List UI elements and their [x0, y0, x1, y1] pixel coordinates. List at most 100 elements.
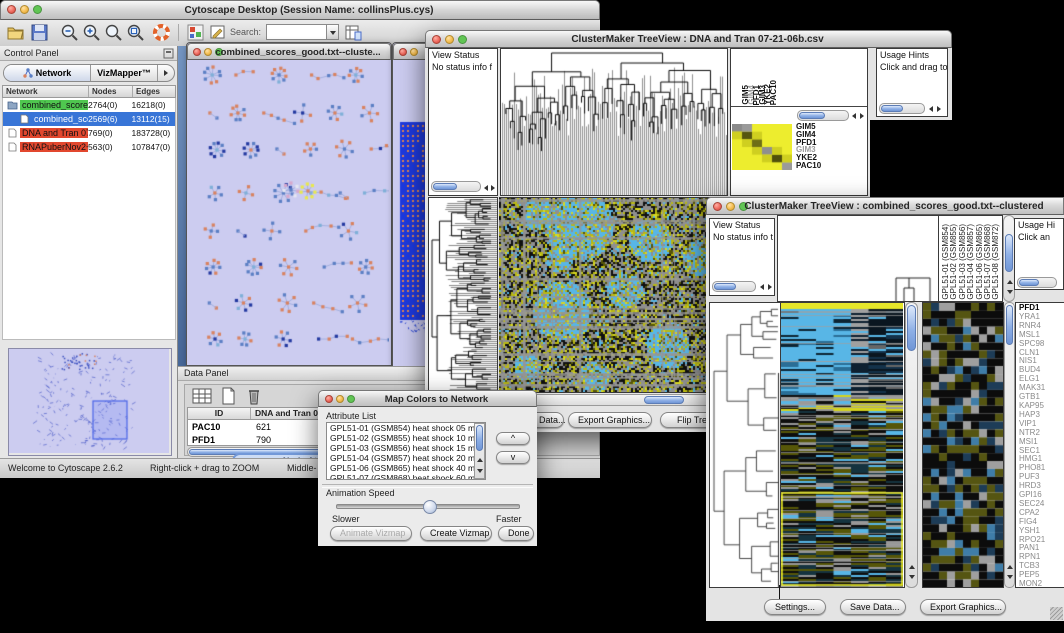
- tv2-status-hscrollbar[interactable]: [712, 281, 756, 292]
- minimize-icon[interactable]: [410, 48, 418, 56]
- scroll-thumb[interactable]: [1019, 279, 1039, 286]
- float-panel-icon[interactable]: [163, 48, 174, 59]
- trash-icon[interactable]: [243, 387, 265, 405]
- attribute-list-item[interactable]: GPL51-02 (GSM855) heat shock 10 min: [327, 433, 485, 443]
- tv1-correlation-matrix[interactable]: [732, 124, 792, 170]
- scroll-right-arrow-icon[interactable]: [768, 284, 772, 290]
- tv2-zoom-vscrollbar[interactable]: [1004, 302, 1015, 588]
- network-table-row[interactable]: RNAPuberNov2+563(0)107847(0): [3, 140, 175, 154]
- attribute-browser-icon[interactable]: [344, 23, 363, 42]
- close-icon[interactable]: [325, 395, 333, 403]
- done-button[interactable]: Done: [498, 526, 534, 541]
- minimize-icon[interactable]: [204, 48, 212, 56]
- scroll-thumb[interactable]: [881, 105, 903, 112]
- scroll-down-arrow-icon[interactable]: [477, 469, 483, 473]
- save-icon[interactable]: [30, 23, 49, 42]
- slider-thumb[interactable]: [423, 500, 437, 514]
- tab-network[interactable]: Network: [4, 65, 91, 81]
- move-down-button[interactable]: v: [496, 451, 530, 464]
- tv2-usage-hscrollbar[interactable]: [1017, 277, 1057, 288]
- treeview1-titlebar[interactable]: ClusterMaker TreeView : DNA and Tran 07-…: [425, 30, 952, 48]
- scroll-left-arrow-icon[interactable]: [929, 106, 933, 112]
- network-view-titlebar[interactable]: combined_scores_good.txt--cluste...: [187, 43, 391, 60]
- scroll-down-arrow-icon[interactable]: [909, 575, 915, 579]
- tv1-heatmap[interactable]: [499, 197, 730, 393]
- move-up-button[interactable]: ^: [496, 432, 530, 445]
- zoom-actual-icon[interactable]: [104, 23, 123, 42]
- tv2-export-graphics-button[interactable]: Export Graphics...: [920, 599, 1006, 615]
- dialog-titlebar[interactable]: Map Colors to Network: [318, 390, 537, 407]
- tv1-row-dendrogram[interactable]: [428, 197, 498, 393]
- tab-vizmapper[interactable]: VizMapper™: [91, 65, 158, 81]
- scroll-thumb[interactable]: [1005, 234, 1013, 272]
- search-input[interactable]: [266, 24, 328, 40]
- scroll-right-arrow-icon[interactable]: [491, 185, 495, 191]
- tv1-status-hscrollbar[interactable]: [431, 181, 481, 192]
- col-network[interactable]: Network: [3, 86, 89, 97]
- main-titlebar[interactable]: Cytoscape Desktop (Session Name: collins…: [0, 0, 600, 20]
- close-icon[interactable]: [7, 5, 16, 14]
- tv1-column-label[interactable]: PAC10: [769, 80, 778, 105]
- animation-speed-slider[interactable]: [336, 504, 520, 509]
- open-icon[interactable]: [6, 23, 25, 42]
- tv1-usage-hscrollbar[interactable]: [879, 103, 925, 114]
- tv1-summary-hscrollbar[interactable]: [797, 110, 849, 121]
- gene-label[interactable]: MON2: [1019, 580, 1064, 588]
- network-table-row[interactable]: combined_sco2569(6)13112(15): [3, 112, 175, 126]
- attribute-list-item[interactable]: GPL51-07 (GSM868) heat shock 60 min: [327, 473, 485, 479]
- array-column-label[interactable]: GPL51-08 (GSM872): [991, 224, 1000, 300]
- scroll-down-arrow-icon[interactable]: [1007, 290, 1013, 294]
- zoom-fit-icon[interactable]: [126, 23, 145, 42]
- plugin-icon[interactable]: [186, 23, 205, 42]
- network-canvas[interactable]: [188, 60, 389, 363]
- data-col-id[interactable]: ID: [188, 408, 251, 419]
- animate-vizmap-button[interactable]: Animate Vizmap: [330, 526, 412, 541]
- create-vizmap-button[interactable]: Create Vizmap: [420, 526, 492, 541]
- search-dropdown-button[interactable]: [326, 24, 339, 40]
- scroll-up-arrow-icon[interactable]: [1007, 565, 1013, 569]
- attribute-list-item[interactable]: GPL51-01 (GSM854) heat shock 05 min: [327, 423, 485, 433]
- tv1-export-graphics-button[interactable]: Export Graphics...: [568, 412, 652, 428]
- array-column-label[interactable]: GPL51-04 (GSM857): [966, 224, 975, 300]
- scroll-right-arrow-icon[interactable]: [860, 113, 864, 119]
- birdseye-view[interactable]: [8, 348, 172, 456]
- tv2-row-dendrogram[interactable]: [709, 302, 781, 588]
- attribute-listbox[interactable]: GPL51-01 (GSM854) heat shock 05 minGPL51…: [326, 422, 486, 480]
- attribute-vscrollbar[interactable]: [474, 423, 485, 479]
- scroll-up-arrow-icon[interactable]: [909, 565, 915, 569]
- tv2-save-data-button[interactable]: Save Data...: [840, 599, 906, 615]
- zoom-out-icon[interactable]: [60, 23, 79, 42]
- scroll-thumb[interactable]: [433, 183, 457, 190]
- help-ring-icon[interactable]: [152, 23, 171, 42]
- new-document-icon[interactable]: [217, 387, 239, 405]
- tv1-row-label[interactable]: PAC10: [796, 162, 821, 170]
- attribute-list-item[interactable]: GPL51-06 (GSM865) heat shock 40 min: [327, 463, 485, 473]
- scroll-thumb[interactable]: [714, 283, 736, 290]
- resize-grip[interactable]: [1050, 607, 1063, 620]
- tv2-heatmap-vscrollbar[interactable]: [905, 302, 918, 588]
- tv2-zoom-heatmap[interactable]: [922, 302, 1004, 588]
- annotation-icon[interactable]: [208, 23, 227, 42]
- scroll-left-arrow-icon[interactable]: [484, 185, 488, 191]
- scroll-thumb[interactable]: [907, 305, 916, 351]
- tv2-heatmap[interactable]: [781, 302, 905, 588]
- close-icon[interactable]: [432, 35, 441, 44]
- tv2-settings-button[interactable]: Settings...: [764, 599, 826, 615]
- zoom-in-icon[interactable]: [82, 23, 101, 42]
- network-table-row[interactable]: DNA and Tran 07769(0)183728(0): [3, 126, 175, 140]
- scroll-thumb[interactable]: [476, 425, 483, 451]
- scroll-up-arrow-icon[interactable]: [1007, 280, 1013, 284]
- tab-overflow-button[interactable]: [158, 65, 174, 81]
- scroll-right-arrow-icon[interactable]: [937, 106, 941, 112]
- birdseye-canvas[interactable]: [9, 349, 169, 453]
- attribute-list-item[interactable]: GPL51-04 (GSM857) heat shock 20 min: [327, 453, 485, 463]
- minimize-icon[interactable]: [336, 395, 344, 403]
- scroll-thumb[interactable]: [1006, 305, 1013, 345]
- table-grid-icon[interactable]: [191, 387, 213, 405]
- attribute-list-item[interactable]: GPL51-03 (GSM856) heat shock 15 min: [327, 443, 485, 453]
- network-table-row[interactable]: combined_scores2764(0)16218(0): [3, 98, 175, 112]
- close-icon[interactable]: [399, 48, 407, 56]
- col-nodes[interactable]: Nodes: [89, 86, 133, 97]
- tv2-column-dendrogram[interactable]: [777, 215, 939, 302]
- tv1-column-dendrogram[interactable]: [500, 48, 728, 196]
